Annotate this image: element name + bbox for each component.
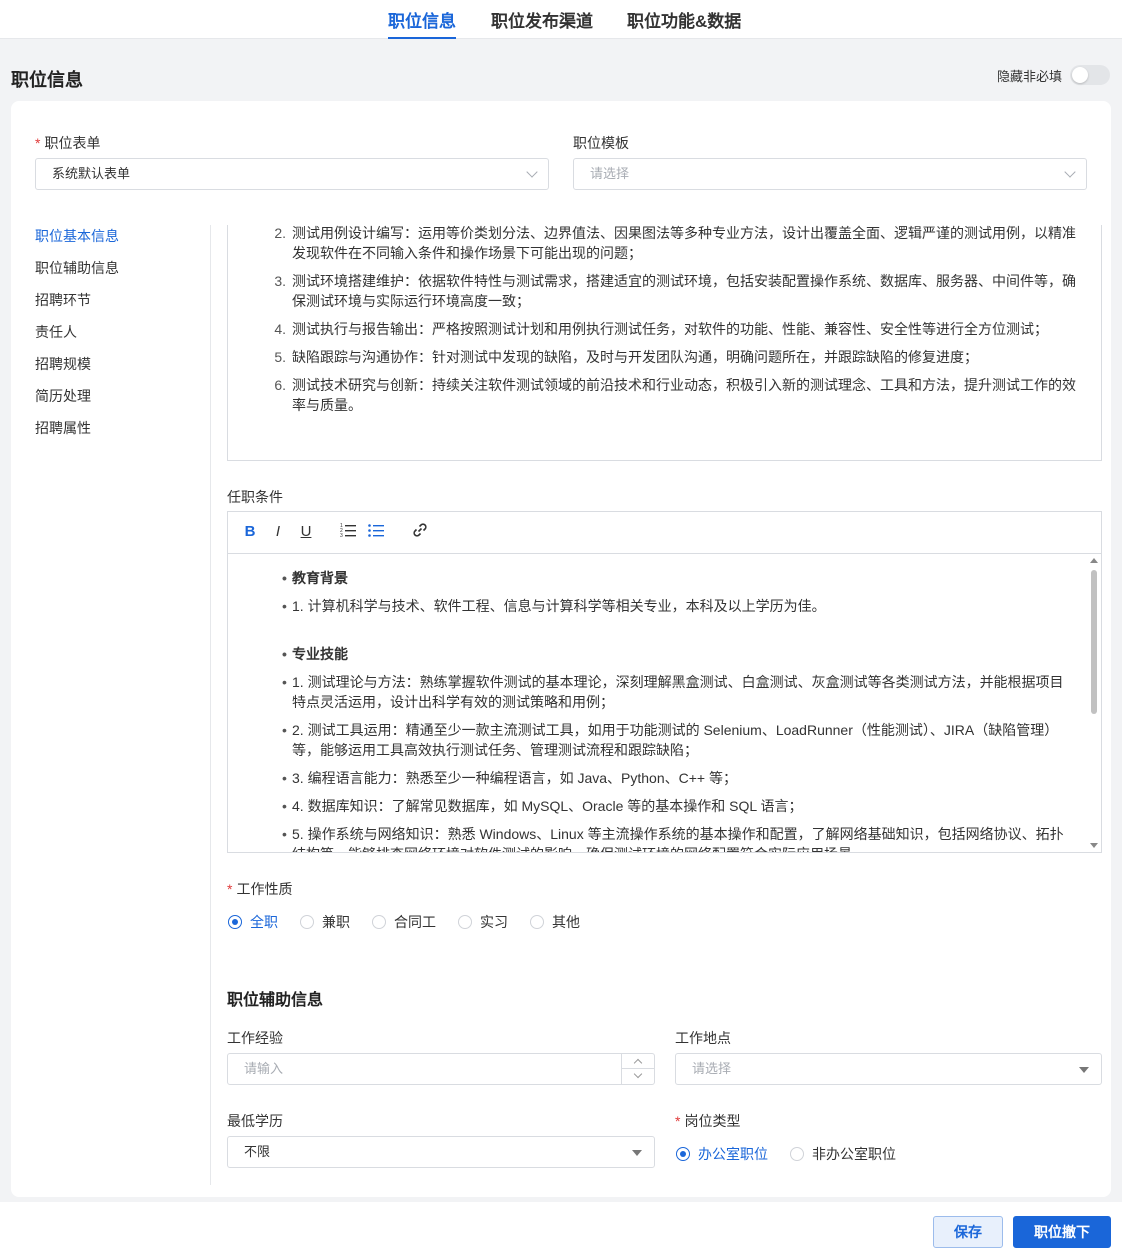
list-item: 2. 测试用例设计编写：运用等价类划分法、边界值法、因果图法等多种专业方法，设计出…	[274, 225, 1076, 261]
experience-stepper[interactable]	[621, 1054, 654, 1084]
education-select[interactable]: 不限	[227, 1136, 655, 1168]
tab-job-info[interactable]: 职位信息	[388, 7, 456, 39]
radio-circle	[790, 1147, 804, 1161]
bullet-list-icon[interactable]	[366, 522, 386, 542]
template-select-label: 职位模板	[573, 135, 629, 151]
form-select-value: 系统默认表单	[52, 166, 131, 181]
job-info-card: * 职位表单 系统默认表单 职位模板 请选择 职位基本信息 职位辅助信息 招聘环节…	[11, 101, 1111, 1197]
bold-button[interactable]: B	[240, 522, 260, 542]
radio-other[interactable]: 其他	[530, 912, 580, 932]
withdraw-job-button[interactable]: 职位撤下	[1013, 1216, 1111, 1248]
chevron-down-icon	[526, 166, 538, 178]
education-value: 不限	[244, 1144, 271, 1159]
work-type-radio-group: 全职 兼职 合同工 实习 其他	[228, 912, 602, 932]
duties-list: 2. 测试用例设计编写：运用等价类划分法、边界值法、因果图法等多种专业方法，设计出…	[272, 225, 1081, 423]
editor-toolbar: B I U 123	[228, 512, 1101, 554]
education-label: 最低学历	[227, 1113, 283, 1129]
list-item: • 1. 测试理论与方法：熟练掌握软件测试的基本理论，深刻理解黑盒测试、白盒测试、…	[282, 674, 1064, 710]
increment-button[interactable]	[622, 1054, 654, 1069]
save-button[interactable]: 保存	[933, 1216, 1003, 1248]
requirements-editor: B I U 123 • 教育背景 • 1. 计算机科学与技术、软件工程、信息与计算科…	[227, 511, 1102, 853]
list-item: 3. 测试环境搭建维护：依据软件特性与测试需求，搭建适宜的测试环境，包括安装配置操…	[274, 273, 1076, 309]
section-nav-resume[interactable]: 简历处理	[35, 385, 195, 417]
radio-circle	[372, 915, 386, 929]
radio-office[interactable]: 办公室职位	[676, 1144, 768, 1164]
ordered-list-icon[interactable]: 123	[338, 522, 358, 542]
footer-bar: 保存 职位撤下	[0, 1202, 1122, 1258]
decrement-button[interactable]	[622, 1069, 654, 1084]
tab-functions-data[interactable]: 职位功能&数据	[627, 7, 741, 39]
section-nav-basic-info[interactable]: 职位基本信息	[35, 225, 195, 257]
editor-scrollbar[interactable]	[1087, 554, 1101, 852]
requirements-content[interactable]: • 教育背景 • 1. 计算机科学与技术、软件工程、信息与计算科学等相关专业，本科及…	[282, 568, 1067, 852]
caret-down-icon	[632, 1150, 642, 1156]
form-select[interactable]: 系统默认表单	[35, 158, 549, 190]
chevron-down-icon	[1064, 166, 1076, 178]
location-placeholder: 请选择	[692, 1061, 732, 1076]
radio-non-office[interactable]: 非办公室职位	[790, 1144, 896, 1164]
list-item: 4. 测试执行与报告输出：严格按照测试计划和用例执行测试任务，对软件的功能、性能、…	[274, 321, 1048, 337]
scroll-down-icon[interactable]	[1090, 843, 1098, 848]
list-item: 5. 缺陷跟踪与沟通协作：针对测试中发现的缺陷，及时与开发团队沟通，明确问题所在，…	[274, 349, 978, 365]
section-nav: 职位基本信息 职位辅助信息 招聘环节 责任人 招聘规模 简历处理 招聘属性	[35, 225, 195, 449]
location-label: 工作地点	[675, 1030, 731, 1046]
top-tab-bar: 职位信息 职位发布渠道 职位功能&数据	[0, 0, 1122, 39]
location-select[interactable]: 请选择	[675, 1053, 1102, 1085]
list-item: • 4. 数据库知识：了解常见数据库，如 MySQL、Oracle 等的基本操作和…	[282, 798, 803, 814]
divider	[210, 225, 211, 1185]
post-type-radio-group: 办公室职位 非办公室职位	[676, 1144, 918, 1164]
required-mark: *	[675, 1113, 681, 1129]
hide-optional-switch[interactable]	[1070, 65, 1110, 85]
list-item: • 教育背景	[282, 570, 348, 586]
list-item: • 1. 计算机科学与技术、软件工程、信息与计算科学等相关专业，本科及以上学历为佳…	[282, 598, 826, 614]
requirements-label: 任职条件	[227, 489, 283, 505]
section-nav-recruit-stage[interactable]: 招聘环节	[35, 289, 195, 321]
aux-section-title: 职位辅助信息	[227, 992, 324, 1009]
radio-full-time[interactable]: 全职	[228, 912, 278, 932]
template-select[interactable]: 请选择	[573, 158, 1087, 190]
required-mark: *	[227, 881, 233, 897]
underline-button[interactable]: U	[296, 522, 316, 542]
form-select-label: * 职位表单	[35, 135, 101, 151]
radio-circle	[676, 1147, 690, 1161]
duties-editor-content[interactable]: 2. 测试用例设计编写：运用等价类划分法、边界值法、因果图法等多种专业方法，设计出…	[227, 225, 1102, 461]
section-nav-aux-info[interactable]: 职位辅助信息	[35, 257, 195, 289]
scroll-thumb[interactable]	[1091, 570, 1097, 714]
section-nav-scale[interactable]: 招聘规模	[35, 353, 195, 385]
radio-circle	[300, 915, 314, 929]
radio-circle	[228, 915, 242, 929]
work-type-label: * 工作性质	[227, 881, 293, 897]
experience-label: 工作经验	[227, 1030, 283, 1046]
experience-placeholder: 请输入	[244, 1061, 284, 1076]
radio-intern[interactable]: 实习	[458, 912, 508, 932]
radio-circle	[530, 915, 544, 929]
tab-publish-channels[interactable]: 职位发布渠道	[491, 7, 593, 39]
radio-circle	[458, 915, 472, 929]
section-nav-owner[interactable]: 责任人	[35, 321, 195, 353]
caret-down-icon	[1079, 1067, 1089, 1073]
scroll-up-icon[interactable]	[1090, 558, 1098, 563]
chevron-up-icon	[633, 1058, 643, 1068]
link-icon[interactable]	[410, 522, 430, 542]
list-item: 6. 测试技术研究与创新：持续关注软件测试领域的前沿技术和行业动态，积极引入新的测…	[274, 377, 1076, 413]
page-title: 职位信息	[11, 70, 83, 90]
hide-optional-label: 隐藏非必填	[996, 68, 1062, 84]
svg-text:3: 3	[340, 533, 343, 538]
list-item: • 2. 测试工具运用：精通至少一款主流测试工具，如用于功能测试的 Seleniu…	[282, 722, 1059, 758]
post-type-label: * 岗位类型	[675, 1113, 741, 1129]
radio-contract[interactable]: 合同工	[372, 912, 436, 932]
radio-part-time[interactable]: 兼职	[300, 912, 350, 932]
list-item: • 5. 操作系统与网络知识：熟悉 Windows、Linux 等主流操作系统的基…	[282, 826, 1064, 852]
section-nav-attributes[interactable]: 招聘属性	[35, 417, 195, 449]
experience-input[interactable]: 请输入	[227, 1053, 655, 1085]
list-item: • 专业技能	[282, 646, 348, 662]
chevron-down-icon	[633, 1069, 643, 1079]
hide-optional-toggle-group: 隐藏非必填	[997, 65, 1110, 85]
template-select-placeholder: 请选择	[590, 166, 630, 181]
list-item: • 3. 编程语言能力：熟悉至少一种编程语言，如 Java、Python、C++ …	[282, 770, 737, 786]
required-mark: *	[35, 135, 41, 151]
italic-button[interactable]: I	[268, 522, 288, 542]
